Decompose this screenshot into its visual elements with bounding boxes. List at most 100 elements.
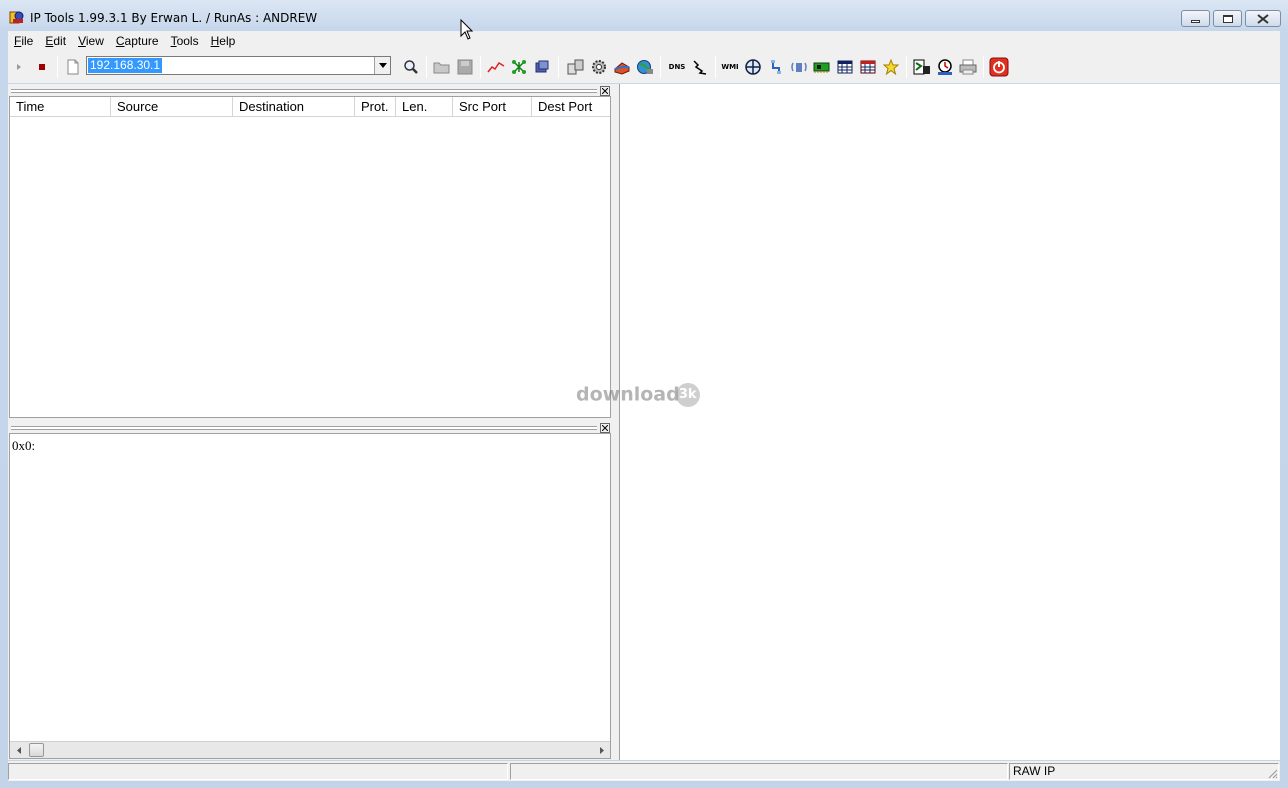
hex-view-grip[interactable]	[11, 426, 597, 430]
ports-table-icon	[860, 60, 876, 74]
status-panel-2	[510, 763, 1008, 780]
menu-file[interactable]: File	[8, 34, 39, 48]
graph-button[interactable]	[485, 56, 507, 78]
packet-list[interactable]: Time Source Destination Prot. Len. Src P…	[9, 96, 611, 418]
network-card-button[interactable]	[811, 56, 833, 78]
toolbar-separator	[906, 56, 907, 78]
hex-view[interactable]: 0x0:	[9, 433, 611, 759]
ping-button[interactable]	[611, 56, 633, 78]
connection-button[interactable]	[765, 56, 787, 78]
scan-button[interactable]	[934, 56, 956, 78]
scrollbar-thumb[interactable]	[29, 743, 44, 757]
play-icon	[17, 64, 21, 70]
menu-help[interactable]: Help	[205, 34, 242, 48]
minimize-button[interactable]	[1181, 10, 1210, 27]
column-header-time[interactable]: Time	[10, 97, 111, 117]
stop-button[interactable]	[31, 56, 53, 78]
close-icon	[1257, 13, 1269, 24]
chevron-right-icon	[599, 746, 604, 754]
save-icon	[457, 59, 473, 75]
address-value[interactable]: 192.168.30.1	[88, 58, 163, 73]
switch-icon	[535, 60, 549, 73]
column-header-length[interactable]: Len.	[396, 97, 453, 117]
chevron-left-icon	[16, 746, 21, 754]
column-header-src-port[interactable]: Src Port	[453, 97, 532, 117]
power-icon	[989, 57, 1009, 77]
crosshair-button[interactable]	[742, 56, 764, 78]
hex-view-close-button[interactable]	[600, 423, 610, 433]
menu-capture-label: apture	[124, 34, 159, 48]
settings-button[interactable]	[588, 56, 610, 78]
globe-icon	[637, 60, 653, 74]
right-pane[interactable]	[619, 84, 1280, 760]
open-button[interactable]	[431, 56, 453, 78]
close-button[interactable]	[1245, 10, 1281, 27]
menu-tools[interactable]: Tools	[165, 34, 205, 48]
watermark: download3k	[576, 383, 700, 407]
title-bar[interactable]: IP Tools 1.99.3.1 By Erwan L. / RunAs : …	[0, 0, 1288, 32]
globe-button[interactable]	[634, 56, 656, 78]
network-map-button[interactable]	[508, 56, 530, 78]
network-map-icon	[512, 60, 526, 74]
horizontal-scrollbar[interactable]	[10, 741, 610, 758]
scan-icon	[938, 59, 952, 75]
maximize-button[interactable]	[1213, 10, 1242, 27]
app-icon[interactable]	[9, 9, 25, 25]
dns-icon: DNS	[668, 63, 686, 71]
ports-table-button[interactable]	[857, 56, 879, 78]
graph-icon	[487, 61, 505, 73]
wake-icon	[913, 59, 930, 75]
menu-capture-mnemonic: C	[115, 34, 125, 48]
column-header-dest-port[interactable]: Dest Port	[532, 97, 610, 117]
menu-tools-label: ools	[176, 34, 199, 48]
menu-capture[interactable]: Capture	[110, 34, 165, 48]
network-card-icon	[813, 62, 830, 73]
save-button[interactable]	[454, 56, 476, 78]
switch-button[interactable]	[531, 56, 553, 78]
computers-button[interactable]	[565, 56, 587, 78]
status-bar: RAW IP	[8, 761, 1280, 781]
favorites-button[interactable]	[880, 56, 902, 78]
trace-icon	[693, 60, 707, 75]
menu-edit[interactable]: Edit	[39, 34, 72, 48]
menu-bar: File Edit View Capture Tools Help	[8, 31, 1280, 51]
address-dropdown-button[interactable]	[374, 57, 390, 74]
power-button[interactable]	[988, 56, 1010, 78]
search-button[interactable]	[400, 56, 422, 78]
address-combobox[interactable]: 192.168.30.1	[86, 56, 391, 75]
packet-list-grip[interactable]	[11, 89, 597, 93]
column-header-protocol[interactable]: Prot.	[355, 97, 396, 117]
mouse-cursor-icon	[460, 19, 474, 40]
stop-icon	[39, 64, 45, 70]
wireless-button[interactable]	[788, 56, 810, 78]
wake-button[interactable]	[911, 56, 933, 78]
toolbar-separator	[715, 56, 716, 78]
trace-button[interactable]	[689, 56, 711, 78]
resize-grip-icon[interactable]	[1266, 767, 1278, 779]
toolbar-separator	[480, 56, 481, 78]
ping-icon	[614, 62, 630, 75]
minimize-icon	[1191, 19, 1200, 23]
scroll-right-button[interactable]	[593, 742, 610, 758]
wmi-button[interactable]: WMI	[719, 56, 741, 78]
scroll-left-button[interactable]	[10, 742, 27, 758]
star-icon	[883, 59, 899, 75]
open-folder-icon	[433, 62, 450, 74]
column-header-source[interactable]: Source	[111, 97, 233, 117]
toolbar-separator	[558, 56, 559, 78]
settings-gear-icon	[592, 60, 606, 74]
menu-view-mnemonic: V	[78, 34, 86, 48]
menu-help-label: elp	[219, 34, 236, 48]
new-file-button[interactable]	[62, 56, 84, 78]
printer-button[interactable]	[957, 56, 979, 78]
window-title: IP Tools 1.99.3.1 By Erwan L. / RunAs : …	[30, 11, 318, 25]
menu-view[interactable]: View	[72, 34, 110, 48]
column-header-destination[interactable]: Destination	[233, 97, 355, 117]
table-button[interactable]	[834, 56, 856, 78]
dns-button[interactable]: DNS	[666, 56, 688, 78]
watermark-text: download	[576, 383, 680, 406]
play-button[interactable]	[8, 56, 30, 78]
toolbar: 192.168.30.1 DNS WMI	[8, 51, 1280, 83]
packet-list-close-button[interactable]	[600, 86, 610, 96]
toolbar-separator	[983, 56, 984, 78]
